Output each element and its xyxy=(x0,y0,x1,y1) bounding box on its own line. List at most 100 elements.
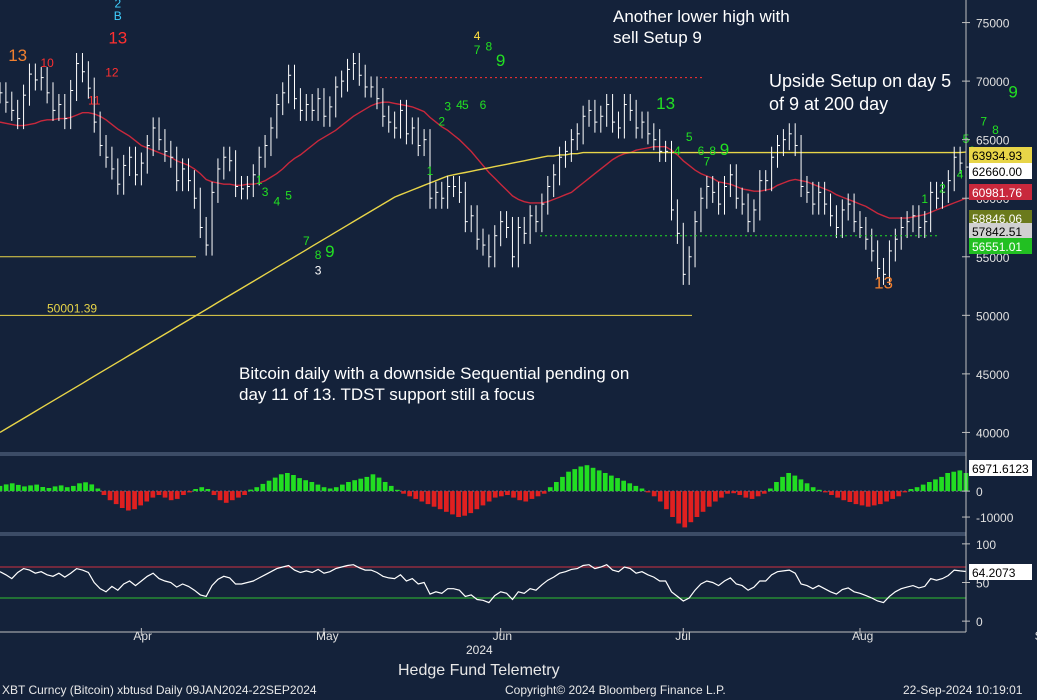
histogram-bar xyxy=(633,485,639,492)
histogram-bar xyxy=(541,491,547,494)
panel-separator-1 xyxy=(0,452,966,456)
histogram-bar xyxy=(40,487,46,492)
price-last-value-label: 57842.51 xyxy=(972,225,1022,239)
copyright-text: Copyright© 2024 Bloomberg Finance L.P. xyxy=(505,683,726,697)
histogram-bar xyxy=(248,489,253,492)
histogram-bar xyxy=(16,484,21,492)
histogram-bar xyxy=(731,491,736,494)
histogram-bar xyxy=(499,491,504,497)
histogram-bar xyxy=(798,479,804,492)
oscillator-tick-label: 0 xyxy=(976,615,983,629)
oscillator-line xyxy=(0,564,967,604)
histogram-bar xyxy=(9,483,15,492)
histogram-bar xyxy=(278,474,284,492)
histogram-bar xyxy=(590,467,596,492)
setup-label: 5 xyxy=(285,188,292,202)
histogram-bar xyxy=(816,489,822,492)
histogram-bar xyxy=(150,491,156,498)
histogram-bar xyxy=(358,478,364,492)
price-tick-label: 75000 xyxy=(976,17,1010,31)
histogram-bar xyxy=(529,491,535,499)
histogram-bar xyxy=(737,491,743,495)
histogram-bar xyxy=(77,483,82,492)
histogram-bar xyxy=(0,485,3,492)
histogram-bar xyxy=(743,491,749,498)
histogram-bar xyxy=(865,491,871,507)
histogram-bar xyxy=(272,477,278,492)
histogram-bar xyxy=(303,480,308,492)
histogram-bar xyxy=(22,486,27,492)
annotation-sequential: Bitcoin daily with a downside Sequential… xyxy=(239,364,630,404)
histogram-bar xyxy=(749,491,755,499)
price-last-value-label: 62660.00 xyxy=(972,165,1022,179)
histogram-bar xyxy=(468,491,474,514)
histogram-bar xyxy=(951,471,957,492)
histogram-bar xyxy=(217,491,223,501)
setup-label: 13 xyxy=(874,273,893,292)
setup-label: 2 xyxy=(939,181,946,195)
histogram-bar xyxy=(547,487,553,492)
histogram-bar xyxy=(242,491,247,495)
histogram-bar xyxy=(719,491,724,498)
histogram-bar xyxy=(132,491,137,510)
histogram-bar xyxy=(456,491,461,517)
histogram-bar xyxy=(780,476,785,492)
histogram-bar xyxy=(364,476,370,492)
histogram-bar xyxy=(480,491,486,506)
histogram-bar xyxy=(162,491,168,498)
setup-label: 2 xyxy=(438,115,445,129)
histogram-bar xyxy=(101,491,107,495)
histogram-bar xyxy=(902,491,908,493)
histogram-bar xyxy=(682,491,688,528)
ticker-description: XBT Curncy (Bitcoin) xbtusd Daily 09JAN2… xyxy=(2,683,317,697)
histogram-bar xyxy=(572,469,578,492)
histogram-bar xyxy=(492,491,498,498)
price-tick-label: 45000 xyxy=(976,368,1010,382)
histogram-bar xyxy=(95,488,101,492)
histogram-bar xyxy=(462,491,467,516)
histogram-bar xyxy=(859,491,865,506)
histogram-bar xyxy=(933,479,938,492)
histogram-bar xyxy=(920,484,926,492)
setup-label: 1 xyxy=(921,192,928,206)
histogram-bar xyxy=(645,491,651,493)
setup-label: B xyxy=(114,9,122,23)
histogram-bar xyxy=(884,491,889,502)
setup-label: 9 xyxy=(720,140,729,159)
ma-mid-line xyxy=(0,101,967,219)
histogram-bar xyxy=(896,491,902,497)
histogram-bar xyxy=(388,485,394,492)
oscillator-panel xyxy=(0,564,967,604)
histogram-bar xyxy=(321,487,327,492)
histogram-bar xyxy=(804,483,810,492)
histogram-bar xyxy=(713,491,718,502)
histogram-bar xyxy=(609,475,614,492)
histogram-bar xyxy=(927,482,932,492)
histogram-bar xyxy=(64,487,70,492)
histogram-bar xyxy=(755,491,761,497)
histogram-tick-label: -10000 xyxy=(976,511,1014,525)
histogram-bar xyxy=(126,491,131,511)
histogram-bar xyxy=(517,491,522,501)
histogram-bar xyxy=(871,491,877,506)
month-label: May xyxy=(316,629,339,643)
histogram-bar xyxy=(847,491,853,502)
chart-source-name: Hedge Fund Telemetry xyxy=(398,662,560,679)
month-label: Jul xyxy=(675,629,690,643)
setup-label: 4 xyxy=(273,194,280,208)
price-last-value-label: 63934.93 xyxy=(972,149,1022,163)
histogram-bar xyxy=(407,491,412,497)
histogram-bar xyxy=(340,484,345,492)
setup-label: 12 xyxy=(105,65,119,79)
histogram-bar xyxy=(119,491,125,508)
histogram-bar xyxy=(83,482,88,492)
setup-label: 3 xyxy=(315,263,322,277)
histogram-bar xyxy=(3,484,9,492)
histogram-bar xyxy=(89,484,95,492)
histogram-bar xyxy=(651,491,657,497)
histogram-bar xyxy=(138,491,143,506)
histogram-bar xyxy=(254,487,260,492)
histogram-bar xyxy=(450,491,455,515)
histogram-bar xyxy=(395,489,400,492)
histogram-bar xyxy=(792,475,798,492)
